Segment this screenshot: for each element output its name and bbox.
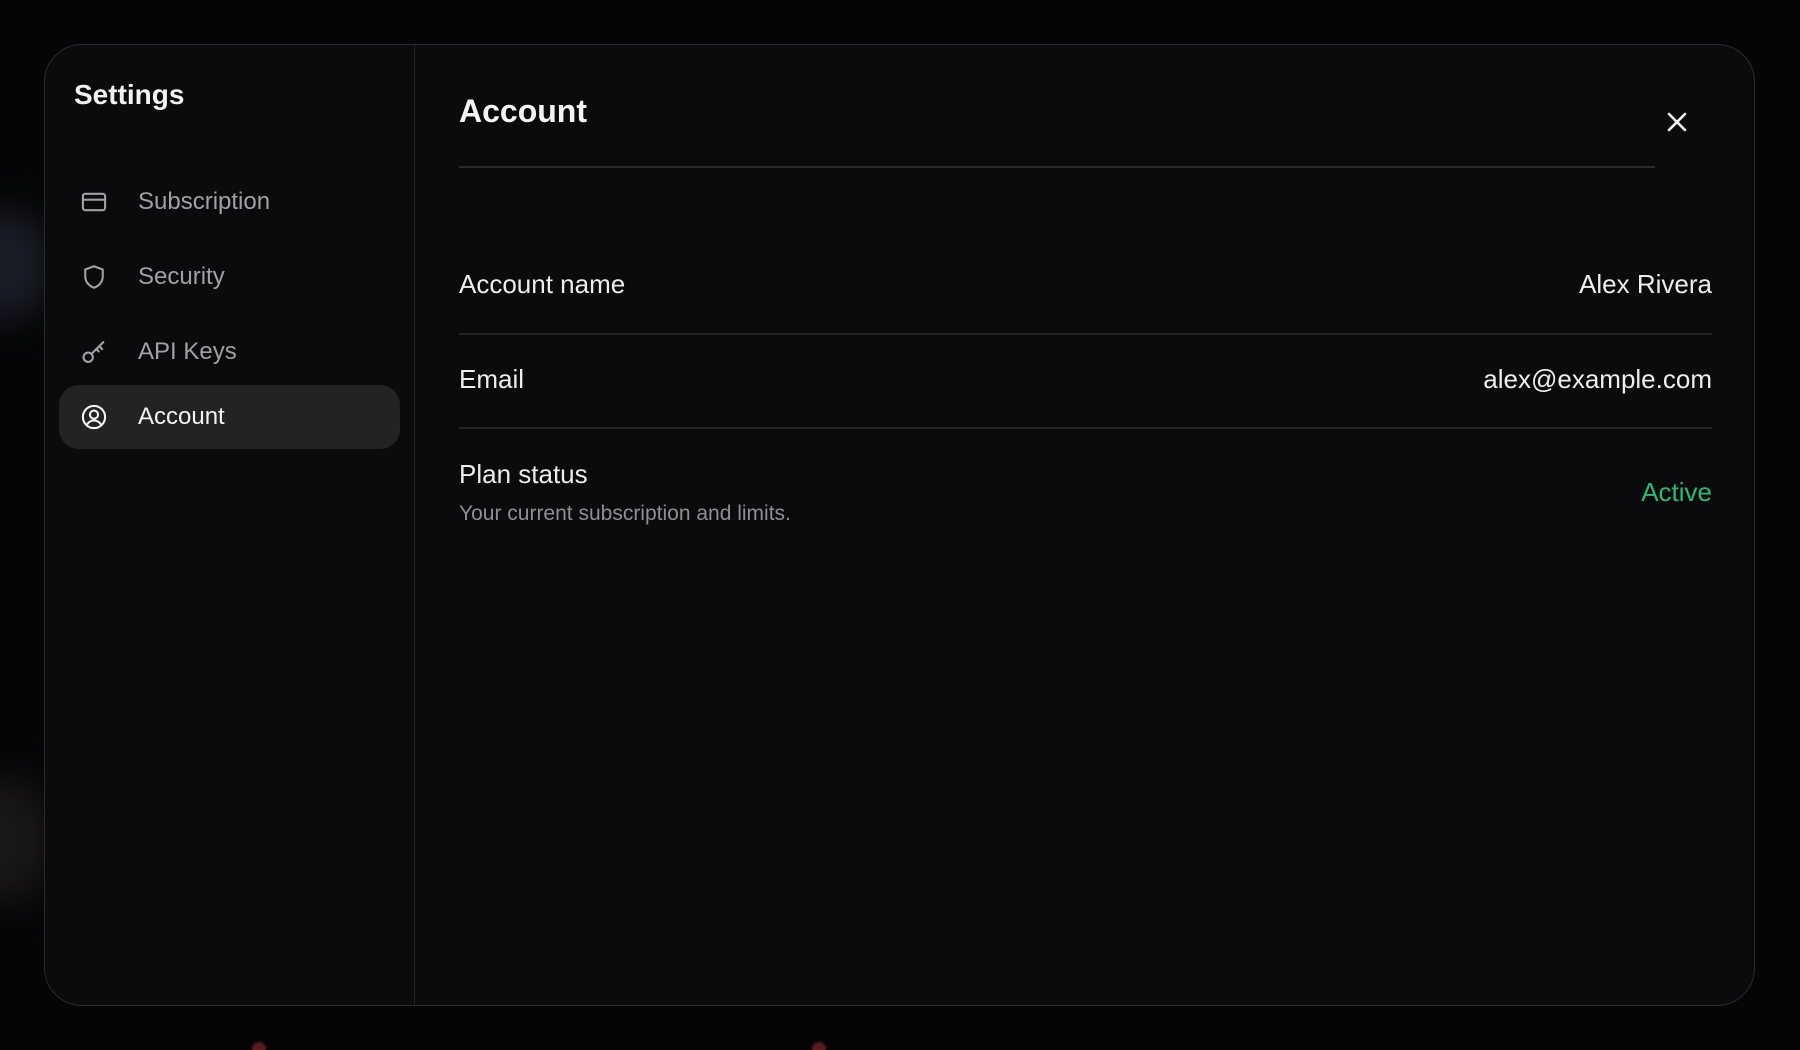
plan-status-badge: Active: [1641, 477, 1712, 507]
settings-modal: Settings Subscription Security API Keys …: [44, 44, 1755, 1006]
blurred-background-dot: [252, 1042, 266, 1050]
sidebar-item-label: Security: [138, 263, 225, 290]
email-label: Email: [459, 364, 525, 394]
plan-status-row: Plan status Your current subscription an…: [459, 459, 1712, 526]
sidebar-title: Settings: [74, 79, 185, 110]
close-button[interactable]: [1660, 107, 1694, 141]
account-name-value: Alex Rivera: [1579, 269, 1712, 299]
sidebar-item-label: Account: [138, 403, 225, 430]
key-icon: [80, 338, 108, 366]
blurred-background-shape: [0, 780, 50, 900]
settings-sidebar: Settings Subscription Security API Keys …: [45, 45, 415, 1005]
sidebar-item-api-keys[interactable]: API Keys: [59, 320, 400, 384]
settings-content: Account Account name Alex Rivera Email a…: [415, 45, 1754, 1005]
header-divider: [459, 166, 1655, 168]
blurred-background-shape: [0, 210, 50, 320]
email-row: Email alex@example.com: [459, 364, 1712, 395]
plan-status-description: Your current subscription and limits.: [459, 502, 791, 525]
plan-status-label: Plan status: [459, 459, 588, 489]
close-icon: [1666, 111, 1688, 138]
credit-card-icon: [80, 188, 108, 216]
email-value: alex@example.com: [1483, 364, 1712, 394]
row-divider: [459, 333, 1712, 335]
sidebar-item-label: Subscription: [138, 188, 271, 215]
shield-icon: [80, 263, 108, 291]
user-circle-icon: [80, 403, 108, 431]
account-name-row: Account name Alex Rivera: [459, 269, 1712, 300]
sidebar-item-label: API Keys: [138, 338, 237, 365]
sidebar-item-subscription[interactable]: Subscription: [59, 170, 400, 234]
sidebar-item-security[interactable]: Security: [59, 245, 400, 309]
plan-status-label-group: Plan status Your current subscription an…: [459, 459, 791, 526]
page-title: Account: [459, 93, 587, 129]
blurred-background-dot: [812, 1042, 826, 1050]
account-name-label: Account name: [459, 269, 626, 299]
sidebar-item-account[interactable]: Account: [59, 385, 400, 449]
row-divider: [459, 427, 1712, 429]
